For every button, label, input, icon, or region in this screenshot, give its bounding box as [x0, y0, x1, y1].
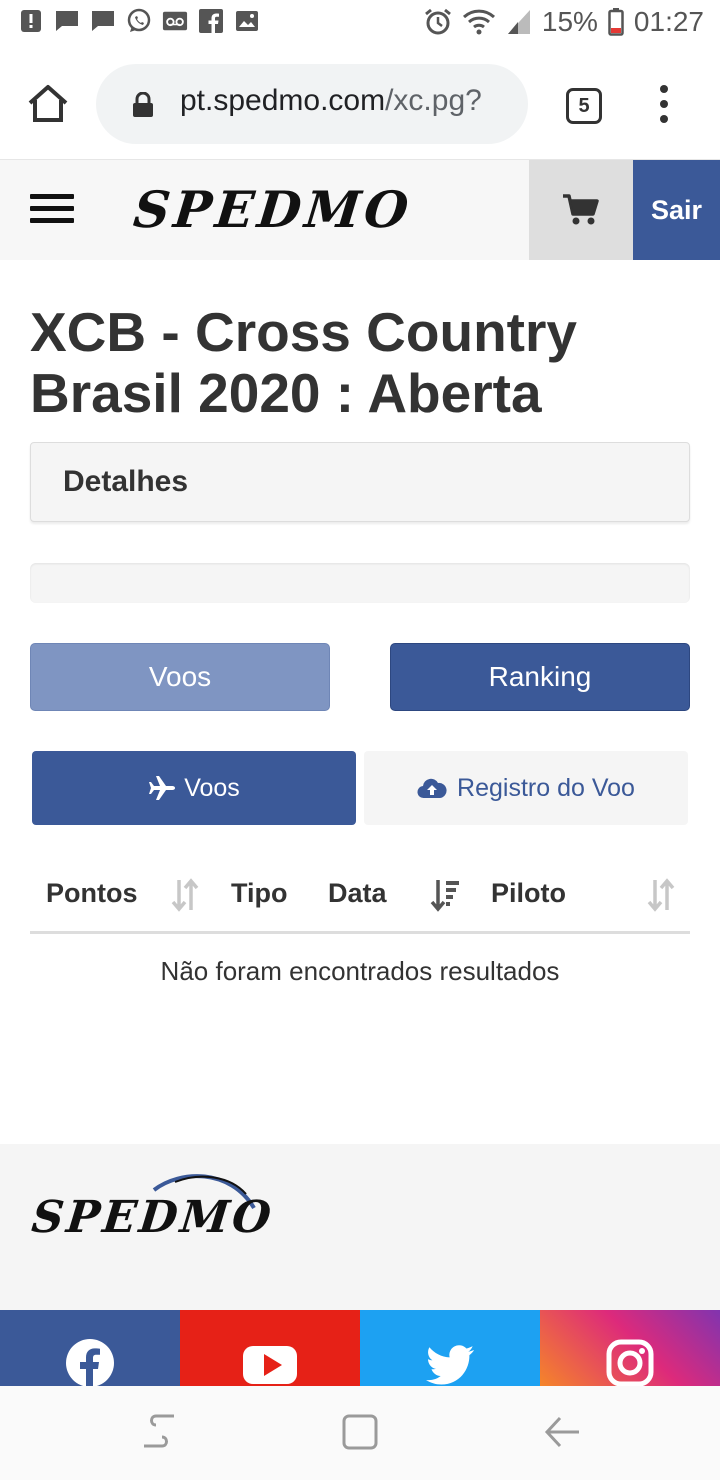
- tab-flights[interactable]: Voos: [32, 751, 356, 825]
- column-header-date[interactable]: Data: [328, 878, 387, 909]
- browser-toolbar: pt.spedmo.com/xc.pg? 5: [0, 48, 720, 160]
- youtube-icon: [243, 1346, 297, 1384]
- recent-apps-icon[interactable]: [142, 1412, 176, 1450]
- tab-flights-label: Voos: [184, 773, 240, 802]
- column-header-pilot[interactable]: Piloto: [491, 878, 566, 909]
- twitter-link[interactable]: [360, 1310, 540, 1386]
- footer-logo[interactable]: SPEDMO: [29, 1192, 276, 1243]
- more-options-icon[interactable]: [652, 82, 676, 126]
- notification-icons: [18, 8, 260, 34]
- column-header-points[interactable]: Pontos: [46, 878, 138, 909]
- cloud-upload-icon: [417, 778, 447, 799]
- sign-out-button[interactable]: Sair: [633, 160, 720, 260]
- home-icon[interactable]: [26, 82, 70, 126]
- image-icon: [234, 8, 260, 34]
- column-header-type[interactable]: Tipo: [231, 878, 288, 909]
- message-icon: [90, 8, 116, 34]
- twitter-icon: [426, 1345, 474, 1385]
- cart-button[interactable]: [529, 160, 633, 260]
- battery-percent: 15%: [541, 6, 598, 37]
- alarm-icon: [424, 8, 451, 35]
- url-host: pt.spedmo.com: [180, 84, 386, 117]
- empty-results-message: Não foram encontrados resultados: [160, 956, 560, 986]
- alert-icon: [18, 8, 44, 34]
- signal-icon: [507, 10, 530, 34]
- tab-register-flight-label: Registro do Voo: [457, 773, 635, 802]
- sort-both-icon[interactable]: [646, 878, 676, 912]
- details-panel[interactable]: Detalhes: [30, 442, 690, 522]
- site-header: SPEDMO Sair: [0, 160, 720, 260]
- table-header: Pontos Tipo Data Piloto: [30, 862, 690, 934]
- tab-switcher-button[interactable]: 5: [566, 88, 602, 124]
- site-logo[interactable]: SPEDMO: [131, 180, 415, 239]
- cart-icon: [563, 194, 599, 225]
- sort-both-icon[interactable]: [170, 878, 200, 912]
- system-status: 15% 01:27: [424, 6, 704, 38]
- wifi-icon: [462, 9, 495, 35]
- progress-bar: [30, 563, 690, 603]
- back-icon[interactable]: [544, 1414, 580, 1450]
- ranking-button[interactable]: Ranking: [390, 643, 690, 711]
- hamburger-menu-icon[interactable]: [30, 194, 74, 228]
- message-icon: [54, 8, 80, 34]
- clock: 01:27: [633, 6, 704, 37]
- voos-button[interactable]: Voos: [30, 643, 330, 711]
- url-path: /xc.pg?: [385, 84, 482, 117]
- url-text: pt.spedmo.com/xc.pg?: [180, 84, 482, 118]
- lock-icon: [132, 91, 154, 118]
- facebook-icon: [198, 8, 224, 34]
- facebook-link[interactable]: [0, 1310, 180, 1386]
- details-label: Detalhes: [63, 465, 189, 498]
- sort-descending-icon[interactable]: [430, 878, 460, 912]
- address-bar[interactable]: pt.spedmo.com/xc.pg?: [96, 64, 528, 144]
- instagram-icon: [606, 1339, 654, 1386]
- youtube-link[interactable]: [180, 1310, 360, 1386]
- page-title: XCB - Cross Country Brasil 2020 : Aberta: [30, 301, 577, 424]
- tab-register-flight[interactable]: Registro do Voo: [364, 751, 688, 825]
- airplane-icon: [149, 776, 176, 800]
- home-nav-icon[interactable]: [342, 1414, 378, 1450]
- battery-icon: [608, 8, 624, 36]
- status-bar: 15% 01:27: [0, 0, 720, 48]
- instagram-link[interactable]: [540, 1310, 720, 1386]
- voicemail-icon: [162, 8, 188, 34]
- whatsapp-icon: [126, 8, 152, 34]
- system-navigation-bar: [0, 1386, 720, 1480]
- facebook-icon: [66, 1339, 114, 1386]
- footer: SPEDMO: [0, 1144, 720, 1310]
